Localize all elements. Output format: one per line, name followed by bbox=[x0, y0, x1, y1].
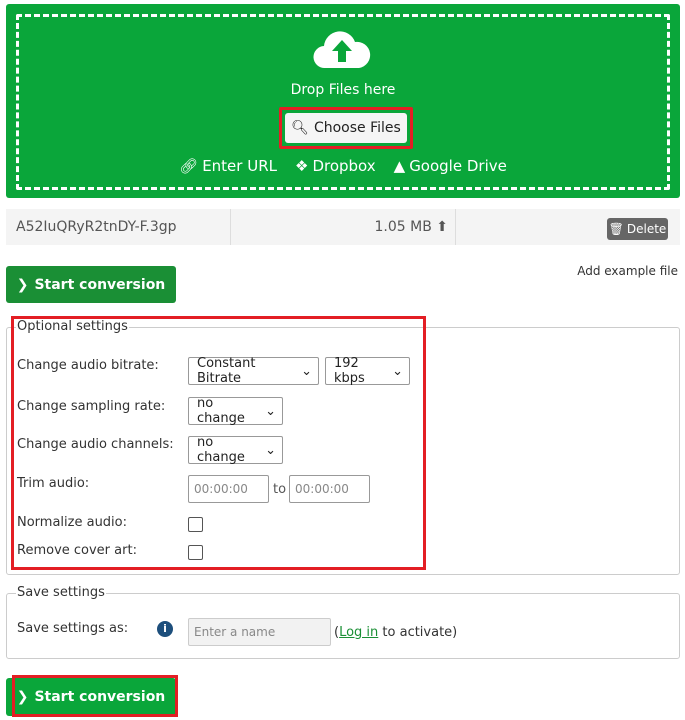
trash-icon: 🗑︎ bbox=[608, 222, 624, 236]
add-example-file-link[interactable]: Add example file bbox=[577, 264, 678, 278]
dropbox-link[interactable]: ❖ Dropbox bbox=[295, 157, 376, 175]
file-drop-zone[interactable]: Drop Files here 🔍︎ Choose Files 🔗︎ Enter … bbox=[6, 4, 680, 198]
divider bbox=[455, 209, 456, 245]
search-icon: 🔍︎ bbox=[291, 120, 309, 136]
enter-url-link[interactable]: 🔗︎ Enter URL bbox=[179, 157, 277, 175]
chevron-right-icon: ❯ bbox=[16, 276, 29, 293]
dropbox-label: Dropbox bbox=[312, 157, 376, 175]
drop-files-text: Drop Files here bbox=[290, 82, 396, 98]
login-link[interactable]: Log in bbox=[339, 625, 378, 640]
choose-files-button[interactable]: 🔍︎ Choose Files bbox=[285, 113, 407, 143]
enter-url-label: Enter URL bbox=[202, 157, 277, 175]
divider bbox=[230, 209, 231, 245]
optional-settings-highlight bbox=[11, 316, 426, 570]
google-drive-icon: ▲ bbox=[393, 157, 406, 175]
upload-icon: ⬆︎ bbox=[436, 219, 448, 235]
dropbox-icon: ❖ bbox=[294, 157, 309, 175]
google-drive-link[interactable]: ▲ Google Drive bbox=[394, 157, 507, 175]
delete-button[interactable]: 🗑︎ Delete bbox=[607, 218, 668, 240]
start-conversion-button-top[interactable]: ❯ Start conversion bbox=[6, 266, 176, 303]
link-icon: 🔗︎ bbox=[179, 157, 199, 175]
file-row: A52IuQRyR2tnDY-F.3gp 1.05 MB ⬆︎ 🗑︎ Delete bbox=[6, 209, 680, 245]
start-conversion-highlight bbox=[12, 675, 178, 717]
file-size: 1.05 MB ⬆︎ bbox=[336, 219, 449, 235]
upload-sources: 🔗︎ Enter URL ❖ Dropbox ▲ Google Drive bbox=[6, 157, 680, 175]
save-settings-legend: Save settings bbox=[16, 585, 106, 600]
choose-files-highlight: 🔍︎ Choose Files bbox=[279, 107, 413, 149]
choose-files-label: Choose Files bbox=[313, 120, 401, 136]
save-settings-label: Save settings as: bbox=[17, 621, 129, 636]
file-name: A52IuQRyR2tnDY-F.3gp bbox=[16, 219, 177, 235]
delete-label: Delete bbox=[626, 222, 667, 236]
info-icon[interactable]: i bbox=[157, 621, 173, 637]
file-size-text: 1.05 MB bbox=[374, 219, 432, 235]
activate-text: to activate) bbox=[378, 625, 458, 640]
cloud-upload-icon bbox=[313, 31, 371, 69]
settings-name-input[interactable]: Enter a name bbox=[188, 618, 331, 646]
login-note: (Log in to activate) bbox=[334, 625, 457, 640]
start-label: Start conversion bbox=[34, 276, 166, 293]
google-drive-label: Google Drive bbox=[409, 157, 507, 175]
